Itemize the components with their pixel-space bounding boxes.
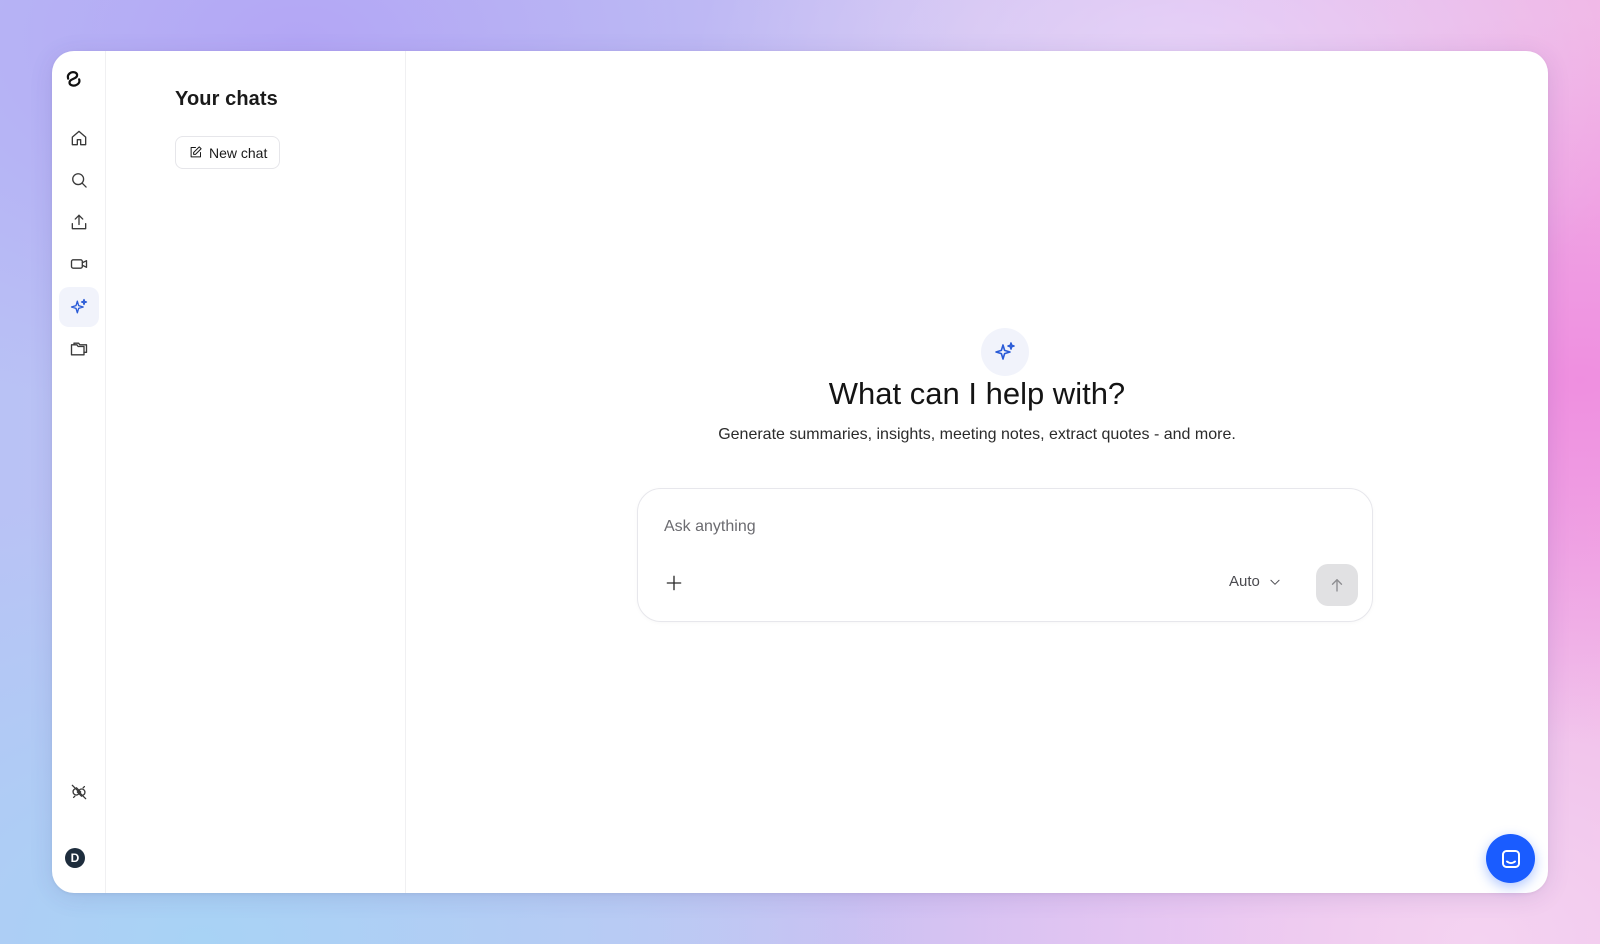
send-button[interactable] bbox=[1316, 564, 1358, 606]
app-window: D Your chats New chat What can I help wi… bbox=[52, 51, 1548, 893]
chats-panel: Your chats New chat bbox=[106, 51, 406, 893]
chat-input[interactable] bbox=[662, 517, 1326, 537]
new-chat-label: New chat bbox=[209, 144, 268, 161]
icon-rail: D bbox=[52, 51, 106, 893]
main-area: What can I help with? Generate summaries… bbox=[406, 51, 1548, 893]
add-attachment-button[interactable] bbox=[662, 571, 686, 595]
user-avatar[interactable]: D bbox=[65, 848, 85, 868]
sparkles-icon[interactable] bbox=[59, 287, 99, 327]
model-mode-dropdown[interactable]: Auto bbox=[1229, 573, 1282, 590]
model-mode-label: Auto bbox=[1229, 573, 1260, 590]
chats-panel-title: Your chats bbox=[175, 88, 278, 110]
app-logo-icon[interactable] bbox=[64, 69, 93, 98]
arrow-up-icon bbox=[1331, 579, 1343, 592]
upload-icon[interactable] bbox=[59, 202, 99, 242]
chat-bubble-icon bbox=[1501, 849, 1520, 868]
home-icon[interactable] bbox=[59, 118, 99, 158]
avatar-initial: D bbox=[70, 851, 80, 865]
page-subtitle: Generate summaries, insights, meeting no… bbox=[718, 426, 1236, 443]
plug-off-icon[interactable] bbox=[59, 772, 99, 812]
new-chat-button[interactable]: New chat bbox=[175, 136, 281, 169]
video-icon[interactable] bbox=[59, 244, 99, 284]
page-title: What can I help with? bbox=[828, 376, 1126, 411]
search-icon[interactable] bbox=[59, 160, 99, 200]
edit-icon bbox=[190, 146, 202, 158]
folders-icon[interactable] bbox=[59, 329, 99, 369]
chat-composer: Auto bbox=[637, 488, 1373, 622]
help-chat-button[interactable] bbox=[1486, 834, 1535, 883]
plus-icon bbox=[666, 575, 682, 591]
chevron-down-icon bbox=[1270, 579, 1280, 585]
sparkles-badge-icon bbox=[981, 328, 1029, 376]
